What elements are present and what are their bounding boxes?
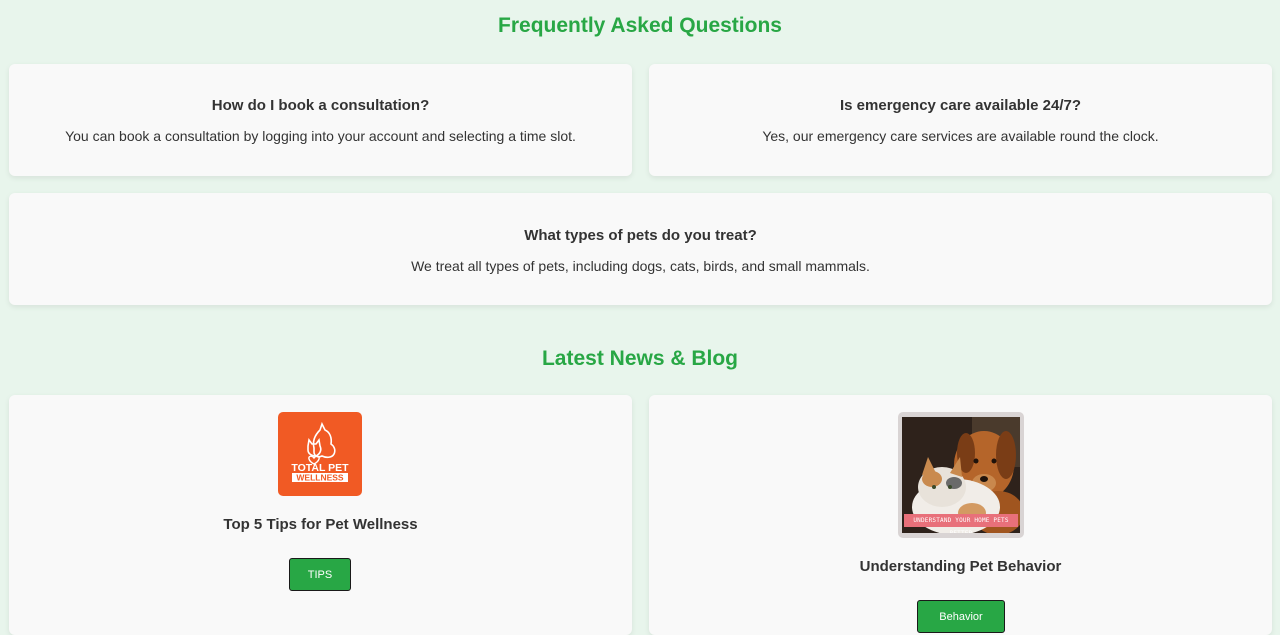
faq-answer: Yes, our emergency care services are ava… bbox=[762, 128, 1159, 144]
blog-post-title[interactable]: Top 5 Tips for Pet Wellness bbox=[9, 516, 632, 533]
total-pet-wellness-logo-image: TOTAL PET WELLNESS bbox=[278, 412, 362, 496]
blog-post-title[interactable]: Understanding Pet Behavior bbox=[649, 558, 1272, 575]
image-banner-text: UNDERSTAND YOUR HOME PETS BETTER bbox=[904, 514, 1018, 533]
faq-card: How do I book a consultation? You can bo… bbox=[9, 64, 632, 176]
faq-question: Is emergency care available 24/7? bbox=[840, 97, 1081, 114]
pet-behavior-image-frame: UNDERSTAND YOUR HOME PETS BETTER bbox=[898, 412, 1024, 538]
logo-text-line2: WELLNESS bbox=[296, 473, 344, 483]
pet-logo-icon: TOTAL PET WELLNESS bbox=[291, 421, 349, 483]
faq-answer: You can book a consultation by logging i… bbox=[65, 128, 576, 144]
dog-and-cat-photo: UNDERSTAND YOUR HOME PETS BETTER bbox=[902, 417, 1020, 533]
faq-card: What types of pets do you treat? We trea… bbox=[9, 193, 1272, 305]
blog-post-card: TOTAL PET WELLNESS Top 5 Tips for Pet We… bbox=[9, 395, 632, 635]
blog-post-card: UNDERSTAND YOUR HOME PETS BETTER Underst… bbox=[649, 395, 1272, 635]
faq-question: What types of pets do you treat? bbox=[524, 227, 757, 244]
faq-answer: We treat all types of pets, including do… bbox=[411, 258, 870, 274]
tips-tag-button[interactable]: TIPS bbox=[289, 558, 351, 591]
behavior-tag-button[interactable]: Behavior bbox=[917, 600, 1005, 633]
faq-card: Is emergency care available 24/7? Yes, o… bbox=[649, 64, 1272, 176]
blog-section-title: Latest News & Blog bbox=[541, 347, 739, 370]
faq-question: How do I book a consultation? bbox=[211, 97, 430, 114]
faq-section-title: Frequently Asked Questions bbox=[498, 14, 782, 37]
